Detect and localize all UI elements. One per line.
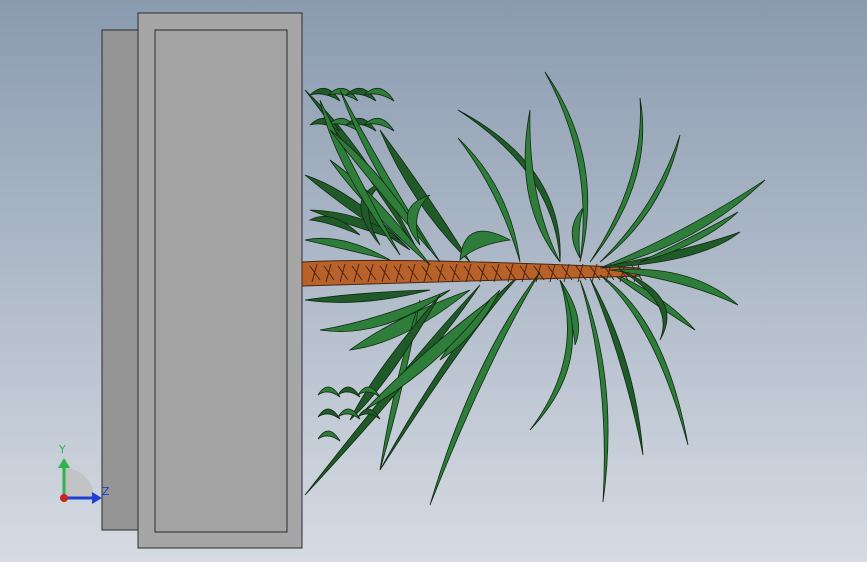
- x-axis-dot: [60, 494, 68, 502]
- graphics-viewport[interactable]: Y Z: [0, 0, 867, 562]
- planter-box[interactable]: [101, 12, 303, 549]
- model-canvas[interactable]: [0, 0, 867, 562]
- planter-back-panel: [101, 29, 141, 531]
- planter-inner-face: [154, 29, 288, 533]
- y-axis-label: Y: [59, 443, 66, 456]
- z-axis-label: Z: [102, 485, 110, 498]
